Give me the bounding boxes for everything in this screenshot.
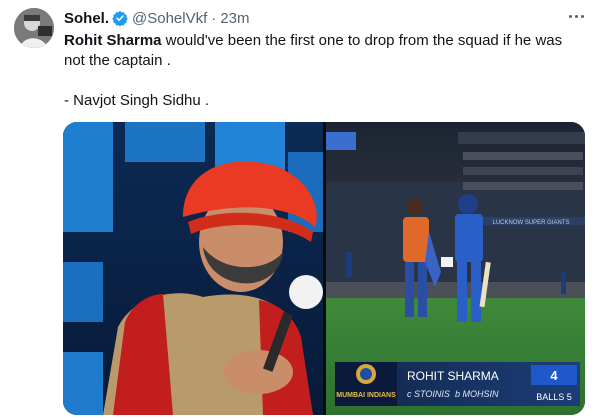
dismissal-bowled: b MOHSIN <box>455 389 499 399</box>
author-avatar[interactable] <box>14 8 54 48</box>
media-image: LUCKNOW SUPER GIANTS MUMBAI INDIANS ROHI… <box>63 122 585 415</box>
mentioned-name: Rohit Sharma <box>64 32 162 49</box>
tweet-timestamp[interactable]: 23m <box>220 10 249 27</box>
author-handle[interactable]: @SohelVkf <box>132 10 207 27</box>
tweet-line-1: Rohit Sharma would've been the first one… <box>64 31 584 51</box>
tweet-line-2: not the captain . <box>64 52 171 69</box>
dismissal-caught: c STOINIS <box>407 389 450 399</box>
tweet-header: Sohel. @SohelVkf · 23m <box>64 8 588 28</box>
runs-score: 4 <box>550 368 558 383</box>
tweet-line-1-rest: would've been the first one to drop from… <box>161 32 563 49</box>
balls-faced: BALLS 5 <box>536 392 572 402</box>
team-logo-text: MUMBAI INDIANS <box>336 392 396 399</box>
verified-badge-icon <box>112 10 128 26</box>
tweet-media[interactable]: LUCKNOW SUPER GIANTS MUMBAI INDIANS ROHI… <box>63 122 585 415</box>
avatar-image <box>14 8 54 48</box>
tweet-attribution: - Navjot Singh Sidhu . <box>64 92 210 109</box>
tweet-text: Rohit Sharma would've been the first one… <box>64 31 584 111</box>
separator-dot: · <box>211 9 217 27</box>
more-options-icon[interactable] <box>564 8 588 24</box>
scorecard-overlay: MUMBAI INDIANS ROHIT SHARMA c STOINIS b … <box>335 362 580 406</box>
batter-name: ROHIT SHARMA <box>407 369 499 383</box>
author-name[interactable]: Sohel. <box>64 10 109 27</box>
stadium-board-text: LUCKNOW SUPER GIANTS <box>492 220 569 226</box>
left-panel-studio <box>63 122 323 415</box>
